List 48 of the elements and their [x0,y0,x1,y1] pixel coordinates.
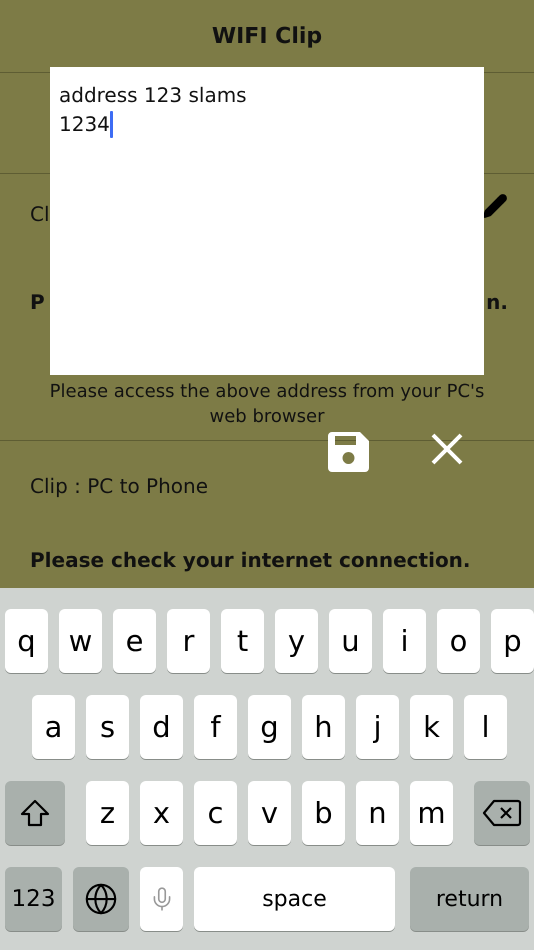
app-title: WIFI Clip [212,24,322,48]
section-label: Clip : PC to Phone [30,474,208,498]
editor-text-line: address 123 slams [59,82,247,109]
letter-key[interactable]: x [140,781,183,845]
letter-key[interactable]: g [248,695,291,759]
letter-key[interactable]: c [194,781,237,845]
status-text: n. [486,290,508,314]
letter-key[interactable]: r [167,609,210,673]
letter-key[interactable]: m [410,781,453,845]
pencil-icon[interactable] [482,193,508,219]
number-key[interactable]: 123 [5,867,62,931]
space-key[interactable]: space [194,867,395,931]
backspace-icon [482,799,522,827]
globe-icon [84,882,118,916]
clip-label: Cl [30,202,50,226]
letter-key[interactable]: s [86,695,129,759]
letter-key[interactable]: u [329,609,372,673]
letter-key[interactable]: t [221,609,264,673]
letter-key[interactable]: h [302,695,345,759]
letter-key[interactable]: p [491,609,534,673]
return-key[interactable]: return [410,867,529,931]
letter-key[interactable]: l [464,695,507,759]
shift-icon [20,799,50,827]
letter-key[interactable]: b [302,781,345,845]
globe-key[interactable] [73,867,129,931]
letter-key[interactable]: f [194,695,237,759]
letter-key[interactable]: j [356,695,399,759]
letter-key[interactable]: k [410,695,453,759]
text-editor[interactable]: address 123 slams 1234 [50,67,484,375]
letter-key[interactable]: e [113,609,156,673]
shift-key[interactable] [5,781,65,845]
letter-key[interactable]: q [5,609,48,673]
letter-key[interactable]: y [275,609,318,673]
letter-key[interactable]: w [59,609,102,673]
letter-key[interactable]: d [140,695,183,759]
delete-key[interactable] [474,781,530,845]
letter-key[interactable]: z [86,781,129,845]
editor-text-line: 1234 [59,111,110,138]
letter-key[interactable]: o [437,609,480,673]
letter-key[interactable]: a [32,695,75,759]
letter-key[interactable]: n [356,781,399,845]
close-button[interactable] [430,432,464,466]
save-button[interactable] [328,432,369,472]
letter-key[interactable]: i [383,609,426,673]
status-text: P [30,290,45,314]
letter-key[interactable]: v [248,781,291,845]
microphone-key[interactable] [140,867,183,931]
connection-message: Please check your internet connection. [30,548,471,572]
